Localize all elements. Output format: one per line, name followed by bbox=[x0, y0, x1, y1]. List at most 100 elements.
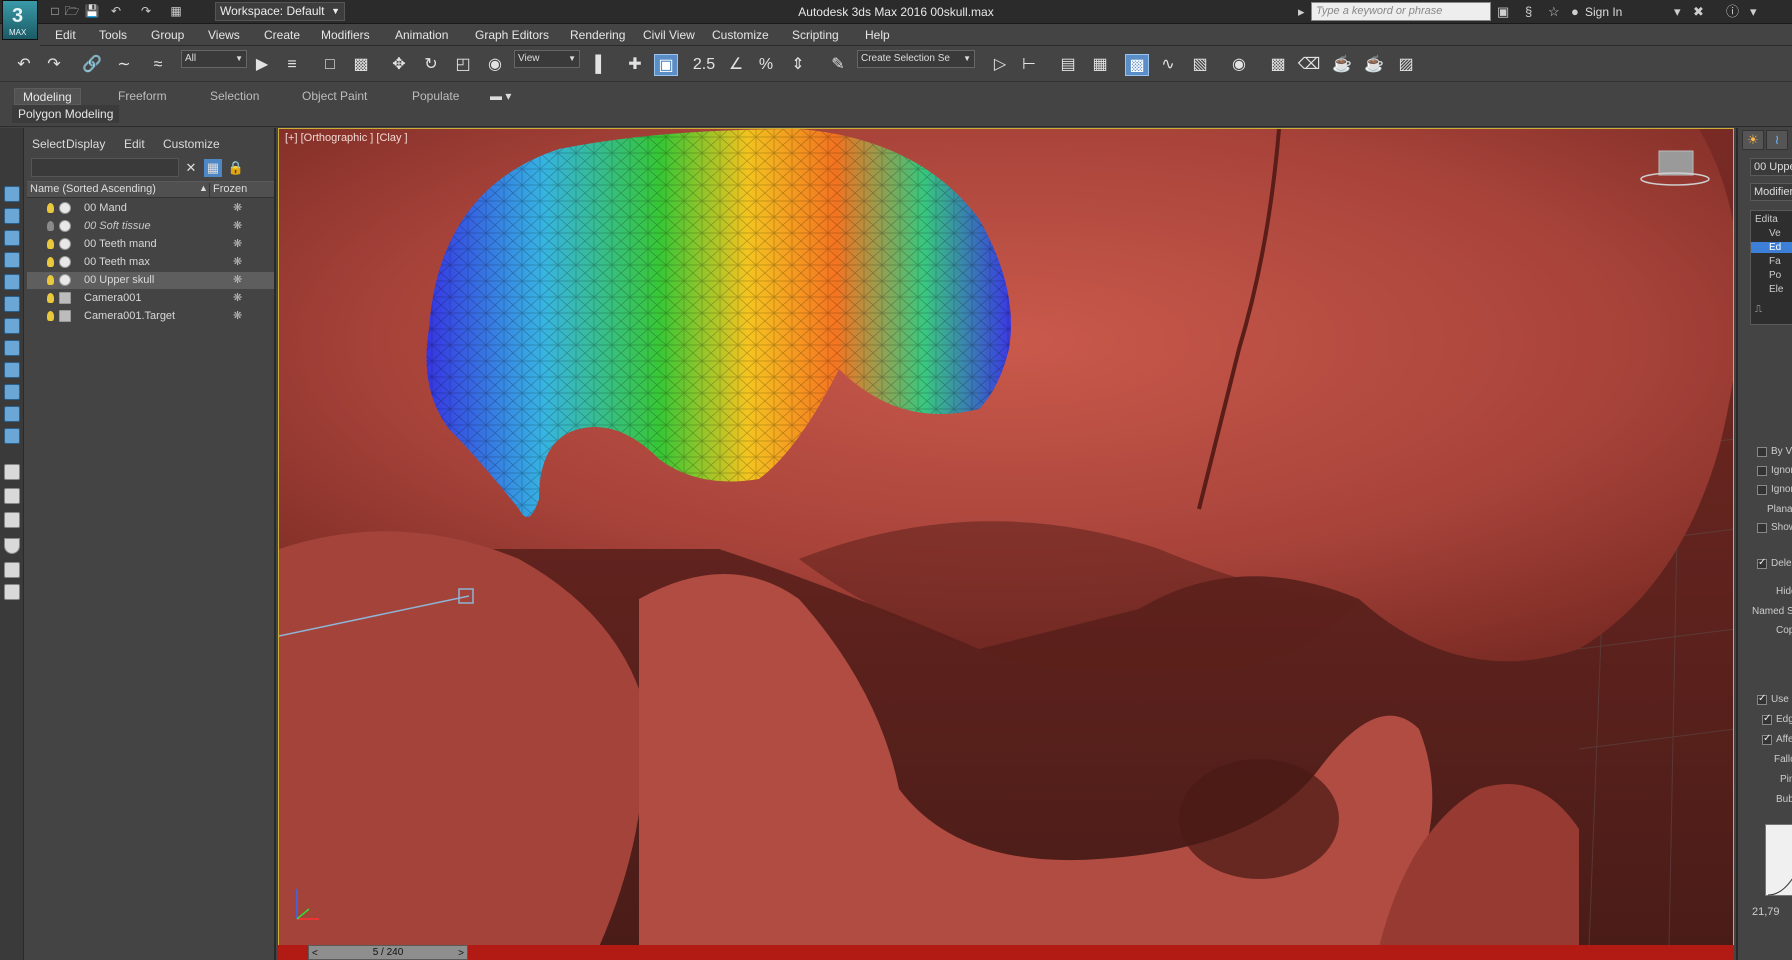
explorer-menu-customize[interactable]: Customize bbox=[163, 137, 220, 151]
display-lights-icon[interactable] bbox=[4, 252, 20, 268]
ribbon-tab-modeling[interactable]: Modeling bbox=[14, 88, 81, 105]
window-crossing-icon[interactable]: ▩ bbox=[349, 54, 373, 76]
ribbon-tab-freeform[interactable]: Freeform bbox=[110, 88, 175, 105]
explorer-menu-select[interactable]: Select bbox=[32, 137, 65, 151]
viewport-label[interactable]: [+] [Orthographic ] [Clay ] bbox=[285, 132, 408, 144]
menu-rendering[interactable]: Rendering bbox=[570, 28, 625, 42]
chevron-down-icon[interactable]: ▾ bbox=[1674, 4, 1681, 19]
menu-animation[interactable]: Animation bbox=[395, 28, 448, 42]
display-containers-icon[interactable] bbox=[4, 406, 20, 422]
hide-button[interactable]: Hide bbox=[1776, 586, 1792, 597]
selection-filter-dropdown[interactable]: All ▼ bbox=[181, 50, 247, 68]
select-manipulate-icon[interactable]: ▣ bbox=[654, 54, 678, 76]
next-frame-button[interactable]: > bbox=[458, 947, 464, 960]
clear-search-icon[interactable]: ✕ bbox=[182, 159, 200, 177]
filter-icon[interactable] bbox=[4, 538, 20, 554]
display-hidden-icon[interactable] bbox=[4, 464, 20, 480]
time-slider[interactable]: < 5 / 240 > bbox=[308, 945, 468, 960]
menu-tools[interactable]: Tools bbox=[99, 28, 127, 42]
display-groups-icon[interactable] bbox=[4, 340, 20, 356]
stack-item[interactable]: Ve bbox=[1769, 228, 1781, 239]
percent-snap-icon[interactable]: % bbox=[754, 54, 778, 76]
object-name-field[interactable]: 00 Upper bbox=[1750, 158, 1792, 176]
mirror-icon[interactable]: ▷ bbox=[988, 54, 1012, 76]
explorer-row[interactable]: Camera001 ❋ bbox=[27, 290, 274, 307]
menu-modifiers[interactable]: Modifiers bbox=[321, 28, 370, 42]
binoculars-icon[interactable]: ▣ bbox=[1497, 4, 1509, 19]
previous-frame-button[interactable]: < bbox=[312, 947, 318, 960]
rotate-icon[interactable]: ↻ bbox=[419, 54, 443, 76]
light-bulb-icon[interactable] bbox=[47, 257, 54, 267]
render-setup-icon[interactable]: ▩ bbox=[1266, 54, 1290, 76]
toggle-ribbon-icon[interactable]: ▩ bbox=[1125, 54, 1149, 76]
chevron-down-icon[interactable]: ▾ bbox=[1750, 4, 1757, 19]
lock-icon[interactable]: 🔒 bbox=[227, 159, 245, 177]
explorer-menu-edit[interactable]: Edit bbox=[124, 137, 145, 151]
light-bulb-icon[interactable] bbox=[47, 239, 54, 249]
display-all-objects-icon[interactable] bbox=[4, 488, 20, 504]
redo-icon[interactable]: ↷ bbox=[42, 54, 66, 76]
ribbon-tab-object-paint[interactable]: Object Paint bbox=[294, 88, 375, 105]
edge-distance-checkbox[interactable] bbox=[1762, 713, 1772, 725]
align-icon[interactable]: ⊢ bbox=[1017, 54, 1041, 76]
modifier-list-dropdown[interactable]: Modifier L bbox=[1750, 183, 1792, 201]
favorites-star-icon[interactable]: ☆ bbox=[1548, 4, 1560, 19]
pin-stack-icon[interactable]: ⎍ bbox=[1755, 304, 1762, 315]
menu-customize[interactable]: Customize bbox=[712, 28, 769, 42]
explorer-row[interactable]: 00 Soft tissue ❋ bbox=[27, 218, 274, 235]
render-iterative-icon[interactable]: ☕ bbox=[1362, 54, 1386, 76]
subscription-icon[interactable]: § bbox=[1525, 4, 1532, 19]
show-normals-checkbox[interactable] bbox=[1757, 523, 1767, 533]
menu-graph-editors[interactable]: Graph Editors bbox=[475, 28, 549, 42]
select-object-icon[interactable]: ▶ bbox=[250, 54, 274, 76]
display-bones-icon[interactable] bbox=[4, 384, 20, 400]
rendered-frame-window-icon[interactable]: ⌫ bbox=[1297, 54, 1321, 76]
render-production-icon[interactable]: ☕ bbox=[1330, 54, 1354, 76]
display-space-warps-icon[interactable] bbox=[4, 318, 20, 334]
hierarchy-icon[interactable] bbox=[4, 562, 20, 578]
menu-help[interactable]: Help bbox=[865, 28, 890, 42]
display-geometry-icon[interactable] bbox=[4, 208, 20, 224]
frozen-icon[interactable]: ❋ bbox=[233, 236, 242, 253]
reference-coordinate-dropdown[interactable]: View ▼ bbox=[514, 50, 580, 68]
explorer-row[interactable]: 00 Teeth max ❋ bbox=[27, 254, 274, 271]
light-bulb-icon[interactable] bbox=[47, 311, 54, 321]
menu-civil-view[interactable]: Civil View bbox=[643, 28, 695, 42]
search-expand-icon[interactable]: ▸ bbox=[1298, 4, 1305, 19]
ribbon-options-icon[interactable]: ▬ ▾ bbox=[482, 88, 519, 105]
modify-tab-icon[interactable]: ≀ bbox=[1766, 130, 1788, 150]
viewport-orthographic[interactable]: [+] [Orthographic ] [Clay ] bbox=[278, 128, 1734, 946]
named-selection-dropdown[interactable]: Create Selection Se ▼ bbox=[857, 50, 975, 68]
menu-group[interactable]: Group bbox=[151, 28, 184, 42]
delete-isolated-checkbox[interactable] bbox=[1757, 557, 1767, 569]
material-editor-icon[interactable]: ◉ bbox=[1227, 54, 1251, 76]
light-bulb-icon[interactable] bbox=[47, 275, 54, 285]
copy-button[interactable]: Copy bbox=[1776, 625, 1792, 636]
column-name[interactable]: Name (Sorted Ascending) bbox=[30, 183, 156, 195]
menu-create[interactable]: Create bbox=[264, 28, 300, 42]
toggle-layer-explorer-icon[interactable]: ▦ bbox=[1088, 54, 1112, 76]
use-soft-selection-checkbox[interactable] bbox=[1757, 693, 1767, 705]
ribbon-tab-populate[interactable]: Populate bbox=[404, 88, 467, 105]
stack-item-selected[interactable]: Ed bbox=[1751, 242, 1792, 253]
select-by-name-icon[interactable]: ≡ bbox=[280, 54, 304, 76]
scale-icon[interactable]: ◰ bbox=[451, 54, 475, 76]
create-tab-sun-icon[interactable]: ☀ bbox=[1742, 130, 1764, 150]
affect-backfacing-checkbox[interactable] bbox=[1762, 733, 1772, 745]
sort-icon[interactable]: ▦ bbox=[204, 159, 222, 177]
unlink-icon[interactable]: ∼ bbox=[112, 54, 136, 76]
display-none-icon[interactable] bbox=[4, 512, 20, 528]
collapse-icon[interactable] bbox=[4, 584, 20, 600]
bind-space-warp-icon[interactable]: ≈ bbox=[146, 54, 170, 76]
explorer-menu-display[interactable]: Display bbox=[66, 137, 105, 151]
frozen-icon[interactable]: ❋ bbox=[233, 272, 242, 289]
rectangular-selection-icon[interactable]: □ bbox=[318, 54, 342, 76]
move-icon[interactable]: ✥ bbox=[387, 54, 411, 76]
lock-selection-icon[interactable]: ▌ bbox=[589, 54, 613, 76]
display-cameras-icon[interactable] bbox=[4, 274, 20, 290]
pivot-center-icon[interactable]: ✚ bbox=[623, 54, 647, 76]
curve-editor-icon[interactable]: ∿ bbox=[1156, 54, 1180, 76]
ignore-visible-checkbox[interactable] bbox=[1757, 485, 1767, 495]
display-shapes-icon[interactable] bbox=[4, 230, 20, 246]
explorer-row[interactable]: 00 Mand ❋ bbox=[27, 200, 274, 217]
